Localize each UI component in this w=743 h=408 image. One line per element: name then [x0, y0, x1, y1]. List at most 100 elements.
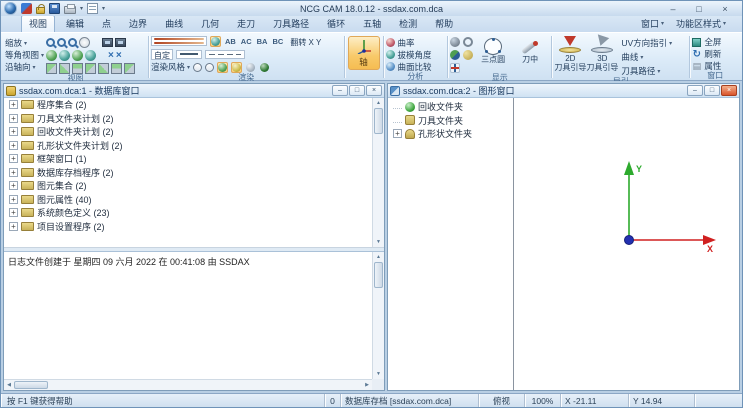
display-point-icon[interactable] [463, 50, 473, 60]
tab-boundary[interactable]: 边界 [122, 16, 154, 32]
curve-guide-dropdown[interactable]: 曲线▾ [621, 51, 672, 63]
tree-item-recycle-folder-plans[interactable]: +回收文件夹计划 (2) [4, 125, 384, 139]
tree-item-hole-folder-plans[interactable]: +孔形状文件夹计划 (2) [4, 139, 384, 153]
maximize-button[interactable]: □ [689, 3, 709, 15]
line-width-selector[interactable] [176, 50, 202, 59]
line-pattern-selector[interactable] [205, 50, 245, 59]
tree-item-hole-folder[interactable]: +孔形状文件夹 [388, 127, 513, 141]
log-vertical-scrollbar[interactable]: ▲ ▼ [372, 252, 384, 379]
scroll-thumb[interactable] [14, 381, 48, 389]
db-maximize-button[interactable]: □ [349, 85, 365, 96]
tab-geometry[interactable]: 几何 [194, 16, 226, 32]
render-style-dropdown[interactable]: 渲染风格▾ [151, 61, 190, 73]
tree-item-system-colors[interactable]: +系统颜色定义 (23) [4, 206, 384, 220]
three-point-circle-button[interactable]: 三点圆 [476, 37, 510, 73]
tree-item-tool-folder-plans[interactable]: +刀具文件夹计划 (2) [4, 112, 384, 126]
expand-icon[interactable]: + [9, 141, 18, 150]
tree-item-frame-window[interactable]: +框架窗口 (1) [4, 152, 384, 166]
gfx-minimize-button[interactable]: – [687, 85, 703, 96]
curvature-button[interactable]: 曲率 [386, 37, 432, 48]
minimize-button[interactable]: – [663, 3, 683, 15]
tree-item-project-settings[interactable]: +项目设置程序 (2) [4, 220, 384, 234]
database-window-titlebar[interactable]: ssdax.com.dca:1 - 数据库窗口 – □ × [4, 84, 384, 98]
window-menu[interactable]: 窗口▾ [641, 17, 664, 30]
view-custom-icon[interactable] [124, 63, 135, 74]
zoom-window-icon[interactable] [68, 38, 77, 47]
view-top-icon[interactable] [46, 63, 57, 74]
view-left-icon[interactable] [98, 63, 109, 74]
toolpath-guide-dropdown[interactable]: 刀具路径▾ [621, 65, 672, 77]
scroll-right-icon[interactable]: ▶ [362, 382, 372, 388]
display-ring-icon[interactable] [463, 37, 473, 47]
line-style-preview[interactable] [151, 36, 207, 46]
qat-customize-icon[interactable]: ▾ [102, 5, 105, 12]
guide-2d-button[interactable]: 2D 刀具引导 [554, 35, 586, 72]
iso-view-1-icon[interactable] [46, 50, 57, 61]
draft-angle-button[interactable]: 拔模角度 [386, 49, 432, 60]
view-bottom-icon[interactable] [59, 63, 70, 74]
isometric-view-dropdown[interactable]: 等角视图▾ [5, 49, 44, 61]
scroll-up-icon[interactable]: ▲ [373, 98, 384, 108]
sort-bc-button[interactable]: BC [271, 37, 284, 46]
iso-view-3-icon[interactable] [72, 50, 83, 61]
shaded-edges-style-icon[interactable] [231, 62, 242, 73]
tree-item-entity-sets[interactable]: +图元集合 (2) [4, 179, 384, 193]
print-icon[interactable] [64, 6, 76, 14]
iso-view-4-icon[interactable] [85, 50, 96, 61]
tab-passes[interactable]: 走刀 [230, 16, 262, 32]
db-minimize-button[interactable]: – [332, 85, 348, 96]
scroll-left-icon[interactable]: ◀ [4, 382, 14, 388]
tab-help[interactable]: 帮助 [428, 16, 460, 32]
graphics-window-titlebar[interactable]: ssdax.com.dca:2 - 图形窗口 – □ × [388, 84, 739, 98]
edit-icon[interactable] [21, 3, 32, 14]
expand-icon[interactable]: + [9, 114, 18, 123]
gfx-maximize-button[interactable]: □ [704, 85, 720, 96]
uv-direction-guide-dropdown[interactable]: UV方向指引▾ [621, 37, 672, 49]
refresh-button[interactable]: ↻刷新 [692, 49, 721, 59]
view-front-icon[interactable] [72, 63, 83, 74]
wireframe-style-icon[interactable] [193, 63, 202, 72]
gfx-close-button[interactable]: × [721, 85, 737, 96]
viewport-single-icon[interactable] [102, 38, 113, 47]
scroll-down-icon[interactable]: ▼ [373, 369, 384, 379]
expand-icon[interactable]: + [9, 154, 18, 163]
tab-curve[interactable]: 曲线 [158, 16, 190, 32]
tree-item-db-archive-programs[interactable]: +数据库存档程序 (2) [4, 166, 384, 180]
custom-render-button[interactable]: 自定 [151, 49, 173, 60]
surface-compare-button[interactable]: 曲面比较 [386, 61, 432, 72]
view-back-icon[interactable] [85, 63, 96, 74]
scroll-thumb[interactable] [374, 108, 383, 134]
ribbon-style-menu[interactable]: 功能区样式▾ [676, 17, 726, 30]
iso-view-2-icon[interactable] [59, 50, 70, 61]
log-pane[interactable]: 日志文件创建于 星期四 09 六月 2022 在 00:41:08 由 SSDA… [4, 252, 384, 390]
fit-all-icon[interactable]: × [116, 50, 122, 61]
log-horizontal-scrollbar[interactable]: ◀ ▶ [4, 379, 372, 390]
sort-ba-button[interactable]: BA [256, 37, 269, 46]
tab-edit[interactable]: 编辑 [59, 16, 91, 32]
tab-cycle[interactable]: 循环 [320, 16, 352, 32]
display-axes-icon[interactable] [450, 63, 460, 73]
solid-style-icon[interactable] [259, 62, 270, 73]
zoom-dropdown[interactable]: 缩放▾ [5, 37, 44, 49]
expand-icon[interactable]: + [9, 208, 18, 217]
expand-icon[interactable]: + [9, 181, 18, 190]
shaded-style-icon[interactable] [217, 62, 228, 73]
tree-item-tool-folder[interactable]: 刀具文件夹 [388, 114, 513, 128]
zoom-in-icon[interactable] [46, 38, 55, 47]
along-axis-dropdown[interactable]: 沿轴向▾ [5, 61, 44, 73]
properties-button[interactable]: ▤属性 [692, 61, 721, 71]
shaded-mode-icon[interactable] [210, 36, 221, 47]
close-button[interactable]: × [715, 3, 735, 15]
fullscreen-button[interactable]: 全屏 [692, 37, 721, 47]
tab-view[interactable]: 视图 [21, 15, 55, 32]
tree-item-program-sets[interactable]: +程序集合 (2) [4, 98, 384, 112]
expand-icon[interactable]: + [393, 129, 402, 138]
scroll-thumb[interactable] [374, 262, 383, 288]
zoom-previous-icon[interactable] [79, 37, 90, 48]
graphics-canvas[interactable]: Y X [514, 98, 739, 390]
viewport-multi-icon[interactable] [115, 38, 126, 47]
axis-toggle-button[interactable]: 轴 [348, 36, 380, 70]
board-icon[interactable] [87, 3, 98, 14]
expand-icon[interactable]: + [9, 168, 18, 177]
expand-icon[interactable]: + [9, 195, 18, 204]
